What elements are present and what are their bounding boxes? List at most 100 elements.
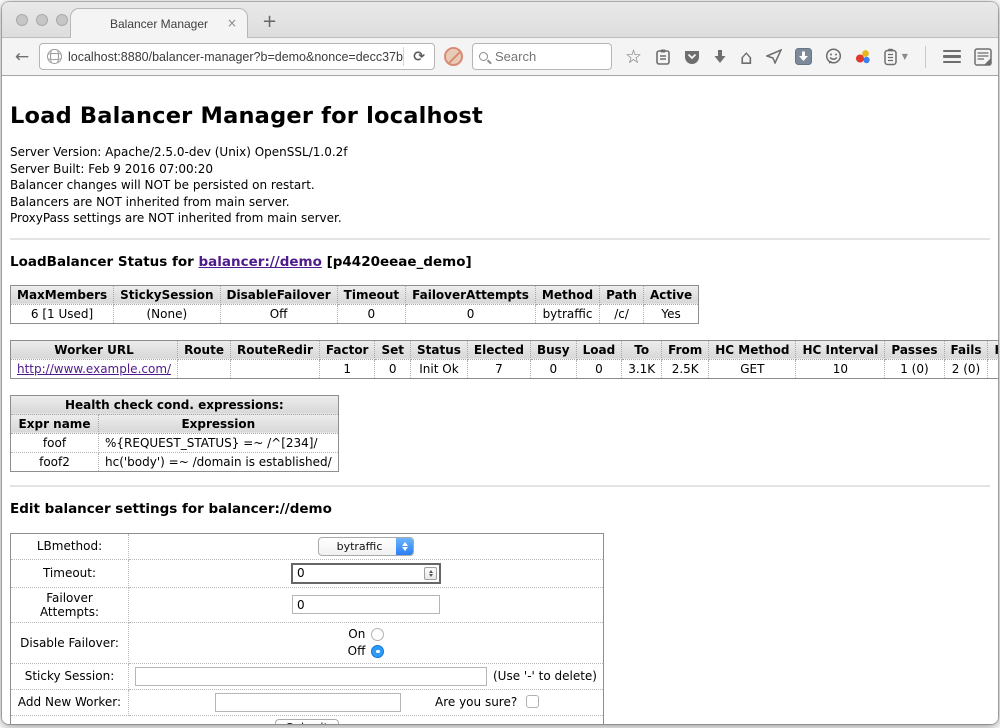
navigation-toolbar: ← localhost:8880/balancer-manager?b=demo… — [2, 38, 998, 76]
cell-expr-name: foof2 — [11, 452, 99, 471]
send-tab-icon[interactable] — [766, 49, 782, 64]
minimize-window-button[interactable] — [36, 14, 48, 26]
col-route: Route — [178, 340, 231, 359]
col-disablefailover: DisableFailover — [220, 285, 337, 304]
cell-route — [178, 359, 231, 378]
separator — [10, 238, 990, 240]
lbmethod-select[interactable]: bytraffic — [318, 537, 415, 556]
cell-set: 0 — [375, 359, 411, 378]
notes-grid-icon[interactable] — [974, 48, 992, 66]
url-text[interactable]: localhost:8880/balancer-manager?b=demo&n… — [68, 50, 403, 64]
cell-factor: 1 — [319, 359, 375, 378]
col-expr-name: Expr name — [11, 414, 99, 433]
status-heading-prefix: LoadBalancer Status for — [10, 254, 199, 270]
cell-status: Init Ok — [411, 359, 468, 378]
site-identity-globe-icon[interactable] — [47, 49, 62, 64]
chevron-down-icon[interactable]: ▼ — [902, 52, 908, 61]
edit-settings-heading: Edit balancer settings for balancer://de… — [10, 501, 990, 517]
col-stickysession: StickySession — [114, 285, 220, 304]
health-title-row: Health check cond. expressions: — [11, 395, 339, 414]
content-blocked-icon[interactable] — [444, 47, 463, 66]
lbmethod-row: LBmethod: bytraffic — [11, 533, 604, 559]
col-load: Load — [576, 340, 622, 359]
back-icon[interactable]: ← — [12, 47, 32, 67]
zoom-window-button[interactable] — [56, 14, 68, 26]
cell-expression: hc('body') =~ /domain is established/ — [99, 452, 339, 471]
col-to: To — [622, 340, 662, 359]
health-table-title: Health check cond. expressions: — [11, 395, 339, 414]
close-window-button[interactable] — [16, 14, 28, 26]
sticky-session-input[interactable] — [135, 667, 487, 686]
tab-close-icon[interactable]: × — [227, 17, 237, 29]
col-from: From — [662, 340, 709, 359]
disable-failover-row: Disable Failover: On Off — [11, 622, 604, 663]
are-you-sure-text: Are you sure? — [435, 695, 517, 709]
health-check-table: Health check cond. expressions: Expr nam… — [10, 395, 339, 472]
add-worker-input[interactable] — [215, 693, 401, 712]
cell-disablefailover: Off — [220, 304, 337, 323]
col-expression: Expression — [99, 414, 339, 433]
col-hc-method: HC Method — [709, 340, 796, 359]
tab-title: Balancer Manager — [110, 17, 208, 31]
reload-icon[interactable]: ⟳ — [404, 49, 434, 65]
col-set: Set — [375, 340, 411, 359]
are-you-sure-label: Are you sure? — [435, 695, 539, 709]
video-download-helper-icon[interactable] — [795, 48, 812, 65]
failover-attempts-row: Failover Attempts: — [11, 587, 604, 622]
disable-failover-off-radio[interactable] — [371, 645, 384, 658]
status-heading: LoadBalancer Status for balancer://demo … — [10, 254, 990, 270]
page-content: Load Balancer Manager for localhost Serv… — [2, 76, 998, 724]
cell-active: Yes — [643, 304, 698, 323]
on-radio-label: On — [348, 627, 365, 641]
worker-table: Worker URL Route RouteRedir Factor Set S… — [10, 340, 998, 379]
add-worker-label: Add New Worker: — [11, 689, 129, 715]
timeout-label: Timeout: — [11, 559, 129, 587]
failover-attempts-label: Failover Attempts: — [11, 587, 129, 622]
browser-window: Balancer Manager × + ← localhost:8880/ba… — [2, 2, 998, 724]
cell-elected: 7 — [467, 359, 530, 378]
home-icon[interactable]: ⌂ — [740, 48, 753, 66]
failover-attempts-input[interactable] — [292, 595, 440, 614]
chat-smiley-icon[interactable] — [825, 48, 842, 65]
col-method: Method — [535, 285, 599, 304]
bookmarks-menu-icon[interactable] — [655, 48, 671, 66]
col-passes: Passes — [885, 340, 944, 359]
cell-hc-method: GET — [709, 359, 796, 378]
downloads-icon[interactable] — [713, 49, 727, 65]
cell-load: 0 — [576, 359, 622, 378]
balancer-demo-link[interactable]: balancer://demo — [199, 254, 322, 270]
timeout-input[interactable] — [291, 563, 441, 584]
cell-to: 3.1K — [622, 359, 662, 378]
col-hc-interval: HC Interval — [796, 340, 885, 359]
menu-icon[interactable] — [943, 50, 961, 64]
color-dots-extension-icon[interactable] — [855, 49, 871, 65]
col-routeredir: RouteRedir — [230, 340, 319, 359]
balancer-status-row: 6 [1 Used] (None) Off 0 0 bytraffic /c/ … — [11, 304, 699, 323]
cell-expression: %{REQUEST_STATUS} =~ /^[234]/ — [99, 433, 339, 452]
url-bar[interactable]: localhost:8880/balancer-manager?b=demo&n… — [39, 43, 435, 70]
cell-fails: 2 (0) — [944, 359, 988, 378]
col-status: Status — [411, 340, 468, 359]
worker-url-link[interactable]: http://www.example.com/ — [17, 362, 171, 376]
status-heading-suffix: [p4420eeae_demo] — [322, 254, 472, 270]
number-spinner-icon[interactable] — [424, 567, 437, 580]
new-tab-button[interactable]: + — [262, 13, 277, 31]
col-worker-url: Worker URL — [11, 340, 178, 359]
search-input[interactable] — [488, 49, 611, 64]
bookmark-star-icon[interactable]: ☆ — [625, 48, 642, 66]
tab-balancer-manager[interactable]: Balancer Manager × — [70, 8, 248, 38]
health-header-row: Expr name Expression — [11, 414, 339, 433]
server-info: Server Version: Apache/2.5.0-dev (Unix) … — [10, 144, 990, 227]
cell-path: /c/ — [600, 304, 644, 323]
sticky-session-hint: (Use '-' to delete) — [493, 669, 599, 683]
health-row: foof %{REQUEST_STATUS} =~ /^[234]/ — [11, 433, 339, 452]
container-extension-icon[interactable] — [884, 48, 897, 66]
col-timeout: Timeout — [337, 285, 405, 304]
pocket-icon[interactable] — [684, 49, 700, 65]
are-you-sure-checkbox[interactable] — [526, 695, 539, 708]
search-bar[interactable] — [472, 43, 612, 70]
cell-from: 2.5K — [662, 359, 709, 378]
submit-button[interactable]: Submit — [275, 719, 340, 724]
disable-failover-on-radio[interactable] — [371, 628, 384, 641]
search-icon — [479, 52, 488, 61]
